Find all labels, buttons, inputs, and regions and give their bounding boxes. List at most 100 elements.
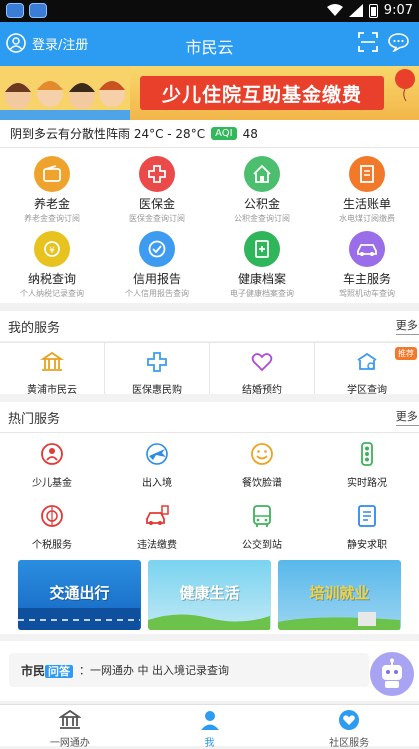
hot-service-income-tax[interactable]: 个税服务 <box>0 503 104 551</box>
tax-coin-icon: ¥ <box>34 231 70 267</box>
quick-service-label: 公积金 <box>243 197 280 211</box>
hot-services-more-link[interactable]: 更多> <box>395 408 419 426</box>
car-fine-icon <box>146 505 169 525</box>
quick-service-sub: 个人信用报告查询 <box>125 289 189 298</box>
card-training[interactable]: 培训就业 <box>278 560 401 630</box>
bus-icon <box>253 505 271 527</box>
quick-service-label: 车主服务 <box>342 272 391 286</box>
quick-service-sub: 医保金查询订阅 <box>129 214 185 223</box>
tab-one-stop[interactable]: 一网通办 <box>0 705 140 749</box>
health-record-icon <box>244 231 280 267</box>
quick-service-label: 医保金 <box>138 197 175 211</box>
tab-label: 我 <box>204 738 215 749</box>
wifi-icon <box>326 4 343 16</box>
my-service-marriage[interactable]: 结婚预约 <box>210 343 315 396</box>
traffic-light-icon <box>361 442 373 466</box>
house-icon <box>244 156 280 192</box>
grass-illustration <box>148 614 270 630</box>
robot-icon <box>382 658 402 688</box>
banner-kids-illustration <box>0 66 130 120</box>
battery-icon <box>368 3 378 18</box>
tab-community[interactable]: 社区服务 <box>279 705 419 749</box>
my-service-school-district[interactable]: 推荐 学区查询 <box>315 343 419 396</box>
aqi-badge: AQI <box>211 127 237 140</box>
promo-cards: 交通出行 健康生活 培训就业 <box>0 556 419 634</box>
recommend-badge: 推荐 <box>395 347 417 360</box>
hot-service-immigration[interactable]: 出入境 <box>105 441 209 489</box>
card-health[interactable]: 健康生活 <box>148 560 271 630</box>
robot-assistant-button[interactable] <box>370 652 414 696</box>
bottom-tab-bar: 一网通办 我 社区服务 <box>0 704 419 749</box>
hot-service-violation-fine[interactable]: 违法缴费 <box>105 503 209 551</box>
my-service-medical-shop[interactable]: 医保惠民购 <box>105 343 210 396</box>
medical-cross-icon <box>147 352 167 372</box>
hot-services-grid: 少儿基金 出入境 餐饮脸谱 实时路况 个税服务 违法缴费 公交到站 静安求职 <box>0 432 419 556</box>
faq-logo: 市民 问答 <box>21 662 74 679</box>
my-services-row: 黄浦市民云 医保惠民购 结婚预约 推荐 学区查询 <box>0 342 419 396</box>
hot-service-label: 违法缴费 <box>137 540 177 551</box>
card-title: 健康生活 <box>179 584 240 602</box>
message-icon[interactable] <box>388 32 409 52</box>
bill-icon <box>349 156 385 192</box>
hot-service-child-fund[interactable]: 少儿基金 <box>0 441 104 489</box>
plane-icon <box>146 443 168 465</box>
weather-bar: 阴到多云有分散性阵雨 24°C - 28°C AQI 48 <box>0 120 419 148</box>
hot-services-header: 热门服务 更多> <box>0 394 419 432</box>
quick-service-sub: 电子健康档案查询 <box>230 289 294 298</box>
credit-icon <box>139 231 175 267</box>
hot-service-traffic[interactable]: 实时路况 <box>315 441 419 489</box>
hot-service-jingan-jobs[interactable]: 静安求职 <box>315 503 419 551</box>
heart-icon <box>251 353 273 372</box>
quick-service-credit[interactable]: 信用报告 个人信用报告查询 <box>105 231 209 299</box>
resume-icon <box>358 505 376 527</box>
quick-service-label: 健康档案 <box>237 272 286 286</box>
hot-service-food-safety[interactable]: 餐饮脸谱 <box>210 441 314 489</box>
hot-service-bus-arrival[interactable]: 公交到站 <box>210 503 314 551</box>
quick-service-health-record[interactable]: 健康档案 电子健康档案查询 <box>210 231 314 299</box>
school-icon <box>357 352 377 370</box>
building-icon <box>40 351 64 371</box>
quick-service-label: 养老金 <box>33 197 70 211</box>
quick-service-housing-fund[interactable]: 公积金 公积金查询订阅 <box>210 156 314 224</box>
hot-service-label: 实时路况 <box>347 478 387 489</box>
faq-logo-badge: 问答 <box>45 664 74 678</box>
scan-icon[interactable] <box>358 32 378 52</box>
quick-service-medical[interactable]: 医保金 医保金查询订阅 <box>105 156 209 224</box>
balloon-icon <box>395 69 415 102</box>
status-bar: 9:07 <box>0 0 419 22</box>
quick-service-label: 生活账单 <box>342 197 391 211</box>
hot-service-label: 少儿基金 <box>32 478 72 489</box>
promo-banner[interactable]: 少儿住院互助基金缴费 <box>0 66 419 120</box>
app-header: 登录/注册 市民云 <box>0 22 419 66</box>
hot-services-title: 热门服务 <box>8 411 61 427</box>
quick-service-bills[interactable]: 生活账单 水电煤订阅缴费 <box>315 156 419 224</box>
tab-me[interactable]: 我 <box>140 705 280 749</box>
smiley-icon <box>251 443 273 465</box>
login-label: 登录/注册 <box>32 37 89 53</box>
my-services-more-link[interactable]: 更多> <box>395 317 419 335</box>
card-transport[interactable]: 交通出行 <box>18 560 141 630</box>
person-icon <box>200 711 219 730</box>
child-fund-icon <box>41 443 63 465</box>
faq-bar: 市民 问答 ：一网通办 中 出入境记录查询 <box>0 641 419 701</box>
quick-service-tax[interactable]: ¥ 纳税查询 个人纳税记录查询 <box>0 231 104 299</box>
faq-ticker[interactable]: 市民 问答 ：一网通办 中 出入境记录查询 <box>9 653 369 687</box>
login-button[interactable]: 登录/注册 <box>6 33 88 53</box>
my-services-header: 我的服务 更多> <box>0 303 419 341</box>
wallet-icon <box>34 156 70 192</box>
tab-label: 一网通办 <box>49 738 90 749</box>
quick-service-sub: 个人纳税记录查询 <box>20 289 84 298</box>
hot-service-label: 个税服务 <box>32 540 72 551</box>
quick-service-car-owner[interactable]: 车主服务 驾照机动车查询 <box>315 231 419 299</box>
weather-text: 阴到多云有分散性阵雨 24°C - 28°C <box>10 127 206 141</box>
community-heart-icon <box>339 710 360 730</box>
faq-text: ：一网通办 中 出入境记录查询 <box>79 664 230 677</box>
hot-service-label: 餐饮脸谱 <box>242 478 282 489</box>
car-icon <box>349 231 385 267</box>
hot-service-label: 静安求职 <box>347 540 387 551</box>
quick-service-pension[interactable]: 养老金 养老金查询订阅 <box>0 156 104 224</box>
my-service-huangpu[interactable]: 黄浦市民云 <box>0 343 105 396</box>
status-time: 9:07 <box>383 3 413 18</box>
signal-icon <box>348 4 363 17</box>
tab-label: 社区服务 <box>329 738 370 749</box>
